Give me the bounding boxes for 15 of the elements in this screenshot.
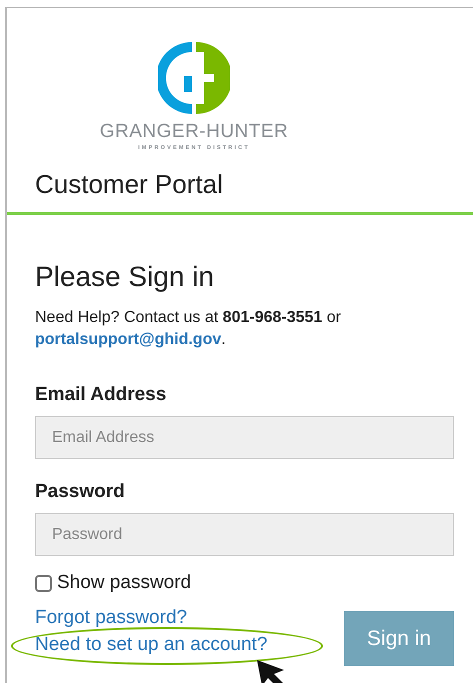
field-label: Password bbox=[35, 481, 126, 503]
logo-name: GRANGER-HUNTER bbox=[100, 121, 288, 143]
sign-in-button[interactable]: Sign in bbox=[344, 611, 454, 666]
sign-in-heading: Please Sign in bbox=[35, 261, 216, 293]
checkbox-label: Show password bbox=[57, 572, 192, 594]
checkbox[interactable] bbox=[35, 574, 52, 592]
field-label: Email Address bbox=[35, 384, 168, 406]
page-title: Customer Portal bbox=[35, 169, 224, 200]
input-field[interactable]: Password bbox=[35, 513, 454, 556]
link[interactable]: Need to set up an account? bbox=[35, 631, 268, 658]
input-field[interactable]: Email Address bbox=[35, 416, 454, 459]
logo-icon bbox=[158, 42, 230, 114]
support-email-link[interactable]: portalsupport@ghid.gov bbox=[35, 331, 222, 348]
help-text: Need Help? Contact us at 801-968-3551 or portalsupport@ghid.gov. bbox=[35, 308, 342, 350]
link[interactable]: Forgot password? bbox=[35, 604, 188, 631]
